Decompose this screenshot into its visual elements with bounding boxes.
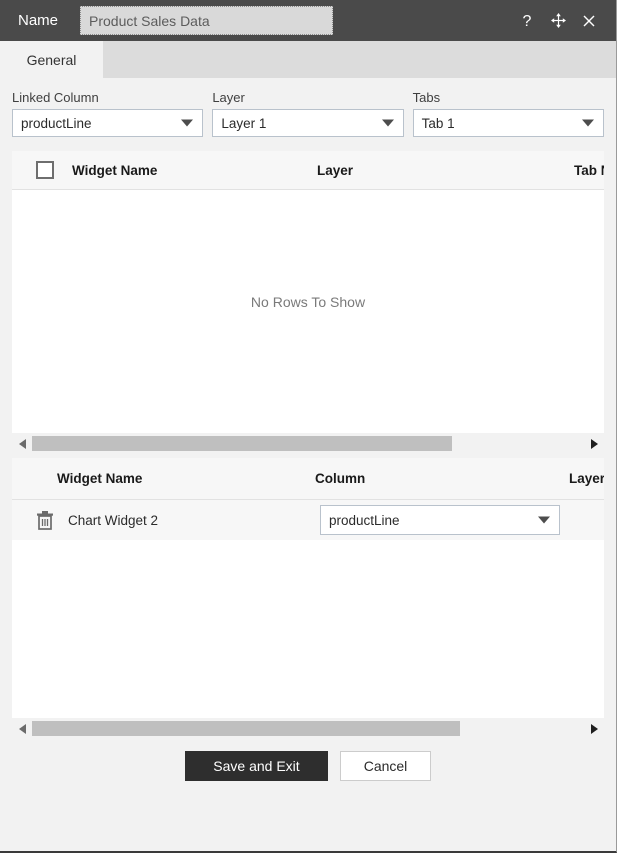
dialog-footer: Save and Exit Cancel (0, 737, 616, 795)
mapping-grid-header: Widget Name Column Layer (12, 458, 604, 500)
scroll-right-arrow-icon[interactable] (586, 435, 602, 452)
tab-general-label: General (26, 51, 77, 68)
title-bar-actions: ? (516, 9, 606, 33)
chevron-down-icon (381, 119, 394, 127)
no-rows-message: No Rows To Show (250, 294, 366, 310)
mapping-grid-scroll-track[interactable] (32, 721, 586, 736)
table-row[interactable]: Chart Widget 2 productLine (12, 500, 604, 540)
mapping-grid: Widget Name Column Layer Chart Widget 2 … (12, 458, 604, 718)
column-header-layer[interactable]: Layer (569, 471, 604, 486)
tabs-value: Tab 1 (421, 115, 455, 131)
tabs-group: Tabs Tab 1 (412, 90, 604, 137)
row-widget-name: Chart Widget 2 (68, 512, 159, 528)
mapping-grid-hscrollbar[interactable] (12, 720, 604, 737)
column-header-layer[interactable]: Layer (317, 163, 353, 178)
cancel-button[interactable]: Cancel (340, 751, 431, 781)
trash-icon[interactable] (36, 510, 54, 530)
widget-grid: Widget Name Layer Tab Na No Rows To Show (12, 151, 604, 433)
linked-column-dialog: Name ? (0, 0, 617, 853)
linked-column-label: Linked Column (12, 90, 99, 105)
title-bar: Name ? (0, 0, 616, 41)
linked-column-value: productLine (21, 115, 92, 131)
row-column-value: productLine (329, 512, 400, 528)
tab-strip: General (0, 41, 616, 78)
widget-grid-header: Widget Name Layer Tab Na (12, 151, 604, 190)
name-field-label: Name (18, 12, 59, 29)
column-header-tab-name[interactable]: Tab Na (574, 163, 604, 178)
svg-text:?: ? (523, 13, 532, 30)
column-header-widget-name[interactable]: Widget Name (72, 163, 157, 178)
mapping-grid-body: Chart Widget 2 productLine (12, 500, 604, 718)
layer-group: Layer Layer 1 (212, 90, 404, 137)
name-input[interactable] (80, 6, 334, 35)
scroll-right-arrow-icon[interactable] (586, 720, 602, 737)
close-icon[interactable] (578, 9, 600, 33)
widget-grid-scroll-thumb[interactable] (32, 436, 452, 451)
widget-grid-hscrollbar[interactable] (12, 435, 604, 452)
linked-column-group: Linked Column productLine (12, 90, 204, 137)
column-header-column[interactable]: Column (315, 471, 365, 486)
selector-row: Linked Column productLine Layer Layer 1 … (0, 78, 616, 137)
tabs-select[interactable]: Tab 1 (412, 109, 604, 137)
move-arrows-icon[interactable] (547, 9, 569, 33)
column-header-widget-name[interactable]: Widget Name (57, 471, 142, 486)
layer-label: Layer (212, 90, 245, 105)
tab-general[interactable]: General (0, 41, 103, 78)
chevron-down-icon (538, 516, 550, 524)
mapping-grid-scroll-thumb[interactable] (32, 721, 460, 736)
row-column-select[interactable]: productLine (320, 505, 560, 535)
scroll-left-arrow-icon[interactable] (14, 720, 30, 737)
tabs-label: Tabs (412, 90, 441, 105)
layer-value: Layer 1 (221, 115, 267, 131)
linked-column-select[interactable]: productLine (12, 109, 204, 137)
help-icon[interactable]: ? (516, 9, 538, 33)
widget-grid-scroll-track[interactable] (32, 436, 586, 451)
chevron-down-icon (181, 119, 194, 127)
widget-grid-body: No Rows To Show (12, 190, 604, 433)
dialog-body: Linked Column productLine Layer Layer 1 … (0, 78, 616, 851)
save-and-exit-button[interactable]: Save and Exit (185, 751, 328, 781)
scroll-left-arrow-icon[interactable] (14, 435, 30, 452)
layer-select[interactable]: Layer 1 (212, 109, 404, 137)
chevron-down-icon (581, 119, 594, 127)
select-all-checkbox[interactable] (36, 161, 54, 179)
